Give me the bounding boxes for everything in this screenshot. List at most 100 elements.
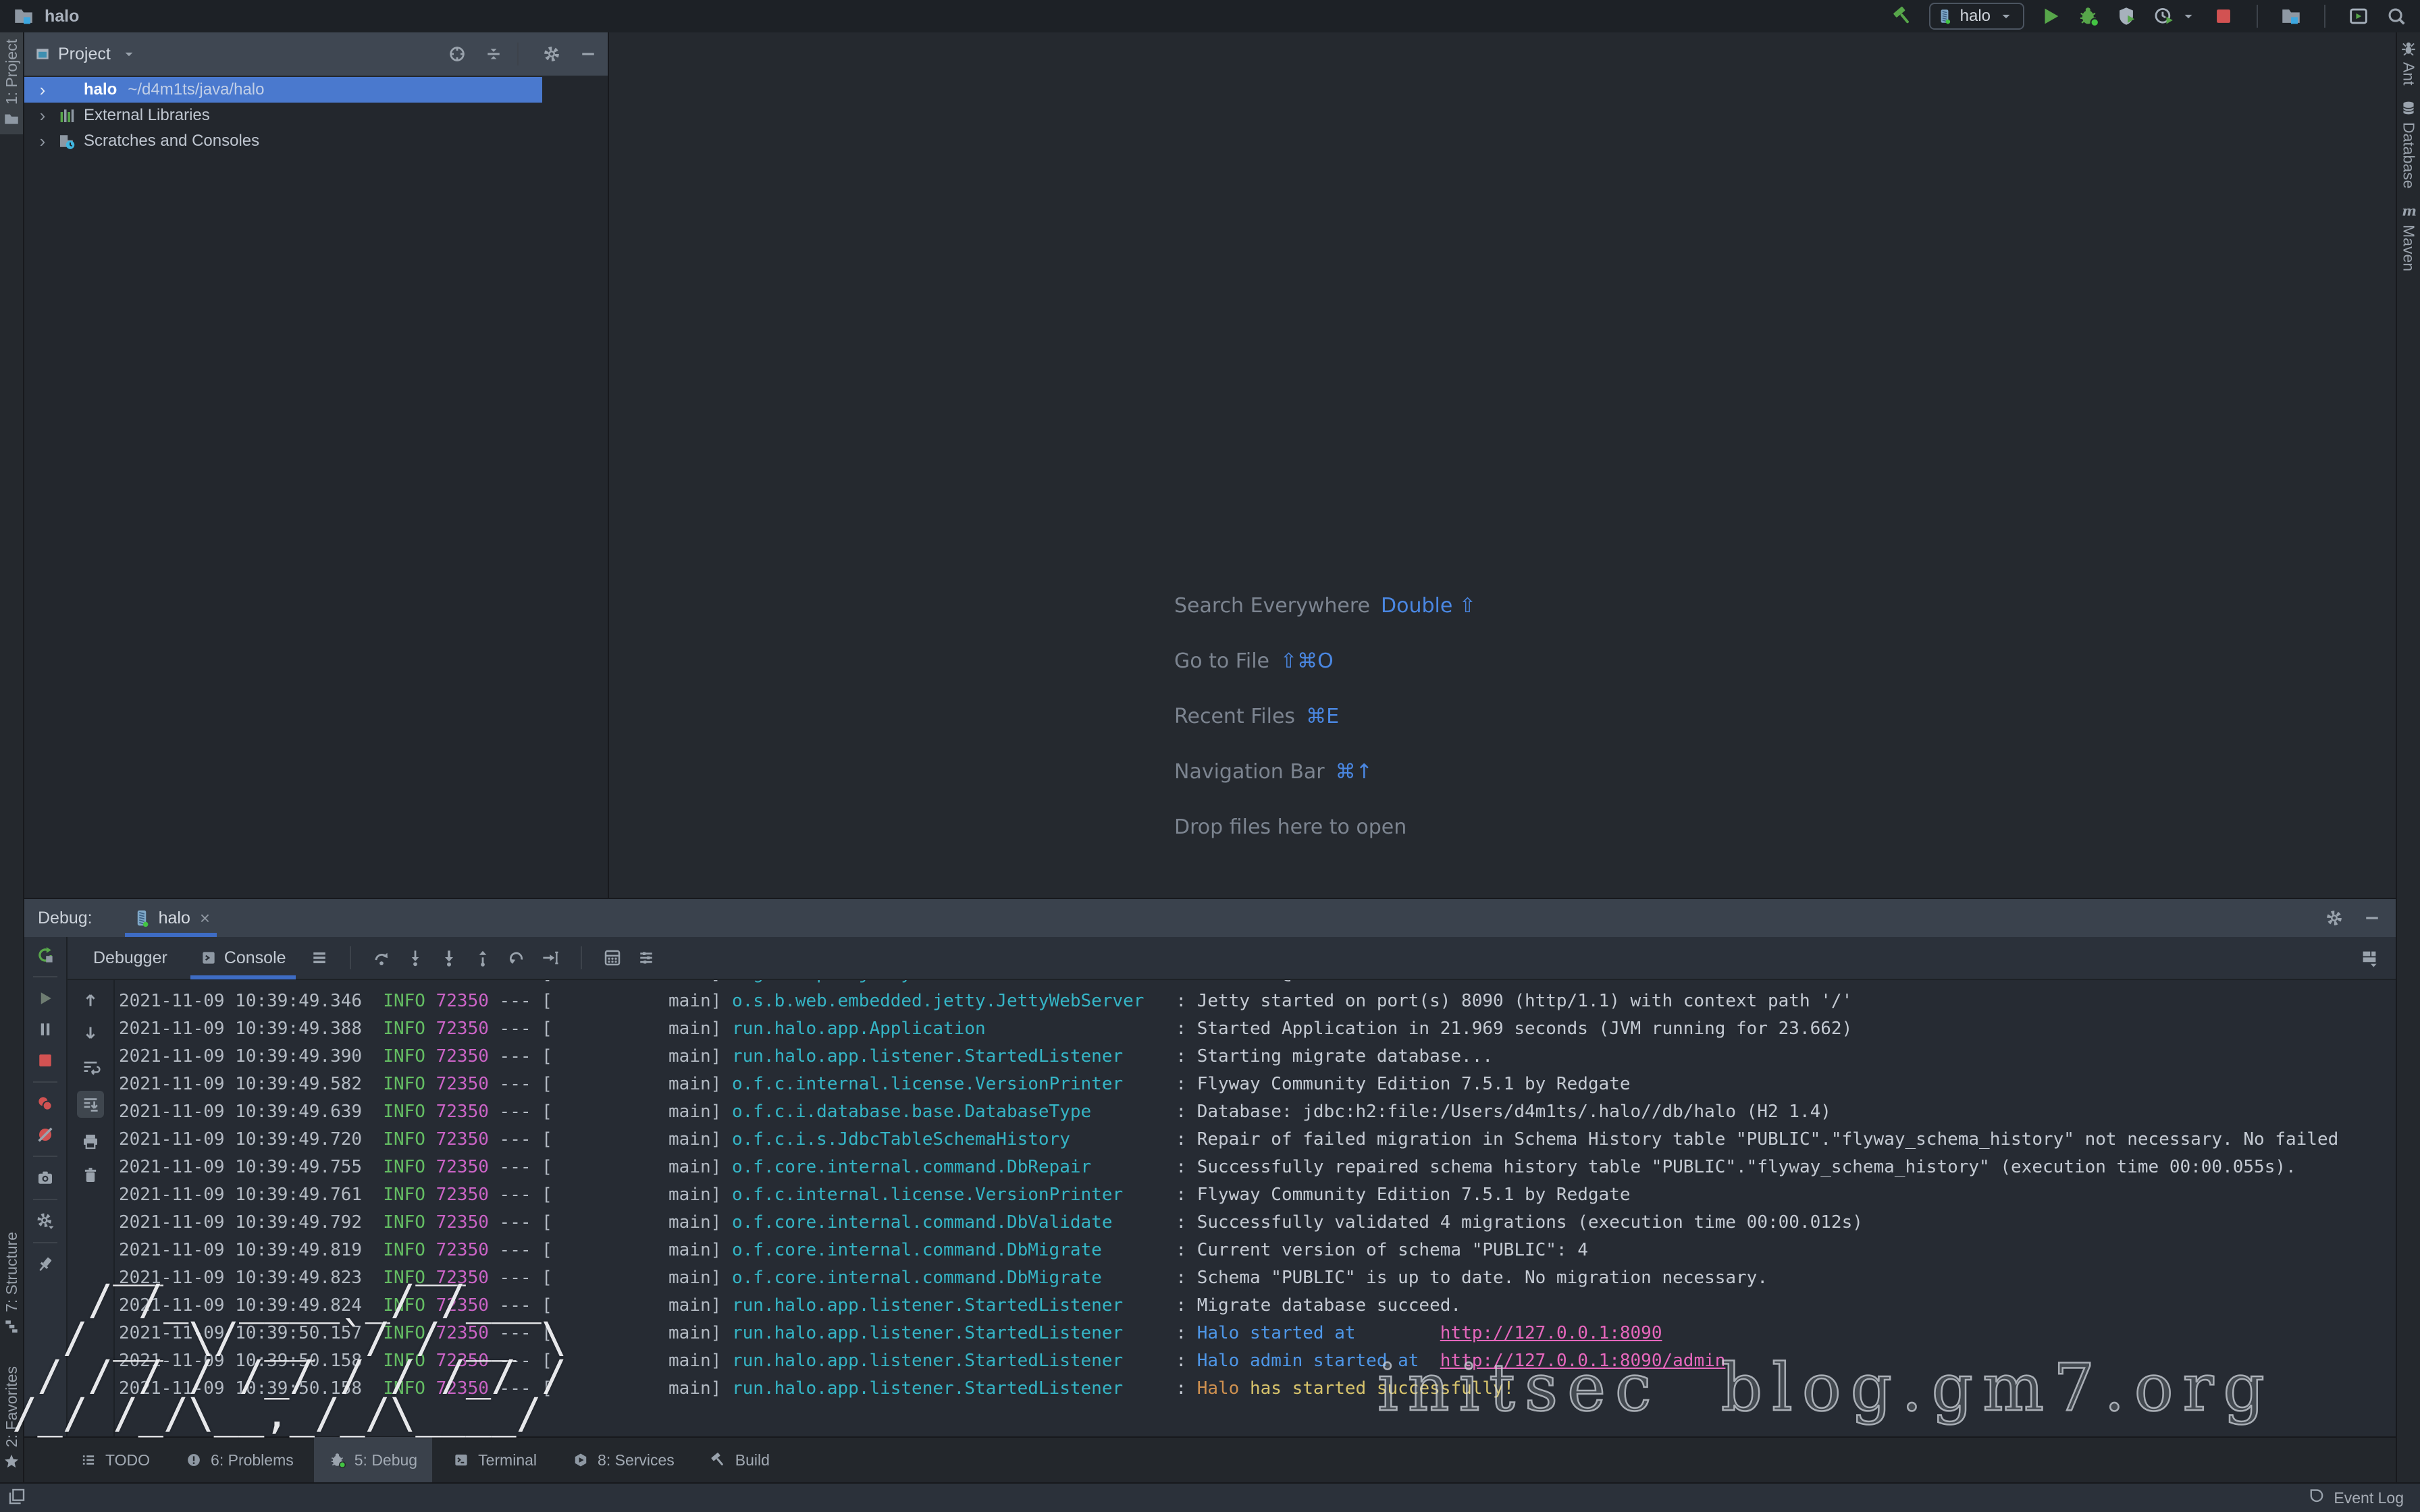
- shortcut-keys: ⇧⌘O: [1280, 649, 1334, 673]
- step-out-button[interactable]: [473, 948, 493, 968]
- trash-button[interactable]: [80, 1165, 101, 1185]
- tool-window-button-database[interactable]: Database: [2397, 92, 2420, 195]
- console-log-line: 2021-11-09 10:39:49.390 INFO 72350 --- […: [119, 1043, 2396, 1071]
- run-with-coverage-button[interactable]: [2115, 5, 2138, 28]
- maven-icon: m: [2400, 202, 2417, 219]
- minimize-button[interactable]: [578, 44, 598, 64]
- log-pid: 72350: [436, 1019, 489, 1039]
- profiler-button[interactable]: [2153, 5, 2197, 28]
- thread-dump-button[interactable]: [35, 1168, 55, 1188]
- debug-tab-debugger[interactable]: Debugger: [84, 936, 177, 979]
- resume-button[interactable]: [35, 988, 55, 1008]
- log-message: :: [1176, 1378, 1196, 1399]
- tool-window-button-1-project[interactable]: 1: Project: [0, 32, 23, 134]
- tool-window-tab-6-problems[interactable]: 6: Problems: [170, 1437, 309, 1483]
- console-log-line: 2021-11-09 10:39:49.388 INFO 72350 --- […: [119, 1015, 2396, 1043]
- console-output[interactable]: 2021-11-09 10:39:49.345 INFO 72350 --- […: [115, 980, 2396, 1436]
- step-over-button[interactable]: [371, 948, 392, 968]
- tool-window-tab-build[interactable]: Build: [695, 1437, 785, 1483]
- log-thread: main: [552, 1129, 711, 1150]
- shortcut-hint: Search EverywhereDouble ⇧: [1174, 594, 1476, 618]
- log-link[interactable]: http://127.0.0.1:8090: [1440, 1323, 1662, 1343]
- pin-button[interactable]: [35, 1254, 55, 1274]
- event-log-label: Event Log: [2334, 1489, 2404, 1507]
- tree-item-halo[interactable]: ›halo~/d4m1ts/java/halo: [24, 77, 542, 103]
- collapse-all-button[interactable]: [483, 44, 504, 64]
- tool-window-button-ant[interactable]: Ant: [2397, 32, 2420, 92]
- minimize-button[interactable]: [2362, 908, 2382, 928]
- gear-button[interactable]: [542, 44, 562, 64]
- tool-window-tab-todo[interactable]: TODO: [65, 1437, 165, 1483]
- tool-window-tab-8-services[interactable]: 8: Services: [557, 1437, 689, 1483]
- mute-breakpoints-button[interactable]: [35, 1125, 55, 1145]
- close-icon[interactable]: ×: [200, 908, 210, 929]
- chevron-down-icon[interactable]: [120, 45, 138, 63]
- project-view-title[interactable]: Project: [58, 45, 111, 64]
- tool-window-button-2-favorites[interactable]: 2: Favorites: [3, 1359, 21, 1477]
- restore-layout-button[interactable]: [2359, 948, 2379, 968]
- log-logger: o.f.c.i.s.JdbcTableSchemaHistory: [732, 1129, 1176, 1150]
- log-pid: 72350: [436, 991, 489, 1011]
- debug-session-tab[interactable]: halo ×: [121, 899, 221, 937]
- debug-tab-label: Debugger: [93, 948, 167, 968]
- tree-item-external-libraries[interactable]: ›External Libraries: [24, 103, 608, 128]
- log-timestamp: 2021-11-09 10:39:49.824: [119, 1295, 362, 1316]
- layout-settings-button[interactable]: [636, 948, 656, 968]
- arrow-up-button[interactable]: [80, 990, 101, 1010]
- coverage-shield-icon: [2115, 5, 2138, 28]
- build-hammer-button[interactable]: [1891, 5, 1914, 28]
- ant-icon: [2400, 39, 2417, 57]
- step-into-button[interactable]: [405, 948, 425, 968]
- tool-window-tab-terminal[interactable]: Terminal: [438, 1437, 552, 1483]
- rerun-button[interactable]: [35, 945, 55, 965]
- view-breakpoints-button[interactable]: [35, 1094, 55, 1114]
- project-folder-icon: [2280, 5, 2303, 28]
- toolwindow-toggle-icon[interactable]: [7, 1486, 27, 1507]
- tree-item-scratches-and-consoles[interactable]: ›Scratches and Consoles: [24, 128, 608, 154]
- run-anything-button[interactable]: [2347, 5, 2370, 28]
- shortcut-action: Search Everywhere: [1174, 594, 1370, 618]
- log-level: INFO: [383, 991, 425, 1011]
- shortcut-keys: ⌘E: [1306, 705, 1339, 728]
- tool-window-tab-5-debug[interactable]: 5: Debug: [314, 1437, 432, 1483]
- log-pid: 72350: [436, 1378, 489, 1399]
- arrow-down-button[interactable]: [80, 1023, 101, 1044]
- log-link[interactable]: http://127.0.0.1:8090/admin: [1440, 1351, 1726, 1371]
- gear-caret-button[interactable]: [35, 1211, 55, 1231]
- print-button[interactable]: [80, 1131, 101, 1152]
- target-button[interactable]: [447, 44, 467, 64]
- force-step-into-button[interactable]: [439, 948, 459, 968]
- drop-frame-button[interactable]: [506, 948, 527, 968]
- run-to-cursor-button[interactable]: [540, 948, 560, 968]
- log-logger: o.f.c.internal.license.VersionPrinter: [732, 1185, 1176, 1205]
- expand-chevron-icon[interactable]: ›: [35, 80, 50, 101]
- softwrap-button[interactable]: [80, 1057, 101, 1077]
- toolbar-separator: [33, 1242, 57, 1243]
- stop-red-button[interactable]: [35, 1050, 55, 1071]
- log-message: :: [1176, 1323, 1196, 1343]
- pause-button[interactable]: [35, 1019, 55, 1040]
- debug-label: Debug:: [38, 909, 93, 928]
- exec-point-button[interactable]: [309, 948, 330, 968]
- tool-window-button-maven[interactable]: mMaven: [2397, 195, 2420, 278]
- log-thread: main: [552, 1295, 711, 1316]
- debug-tab-console[interactable]: Console: [190, 936, 296, 979]
- problems-icon: [185, 1451, 203, 1469]
- scroll-end-button[interactable]: [77, 1091, 104, 1118]
- tool-window-button-7-structure[interactable]: 7: Structure: [3, 1225, 21, 1342]
- evaluate-button[interactable]: [602, 948, 623, 968]
- debug-button[interactable]: [2077, 5, 2100, 28]
- stop-button[interactable]: [2212, 5, 2235, 28]
- expand-chevron-icon[interactable]: ›: [35, 105, 50, 126]
- search-everywhere-button[interactable]: [2385, 5, 2408, 28]
- tool-window-tab-label: 6: Problems: [211, 1451, 294, 1469]
- run-button[interactable]: [2039, 5, 2062, 28]
- run-config-selector[interactable]: halo: [1929, 3, 2024, 30]
- gear-button[interactable]: [2324, 908, 2344, 928]
- project-widget-button[interactable]: [2280, 5, 2303, 28]
- shortcut-hint: Go to File⇧⌘O: [1174, 649, 1476, 673]
- expand-chevron-icon[interactable]: ›: [35, 131, 50, 152]
- log-logger: o.s.b.web.embedded.jetty.JettyWebServer: [732, 991, 1176, 1011]
- tool-window-bar: TODO 6: Problems 5: DebugTerminal8: Servic…: [0, 1436, 2420, 1482]
- event-log-button[interactable]: Event Log: [2308, 1487, 2404, 1509]
